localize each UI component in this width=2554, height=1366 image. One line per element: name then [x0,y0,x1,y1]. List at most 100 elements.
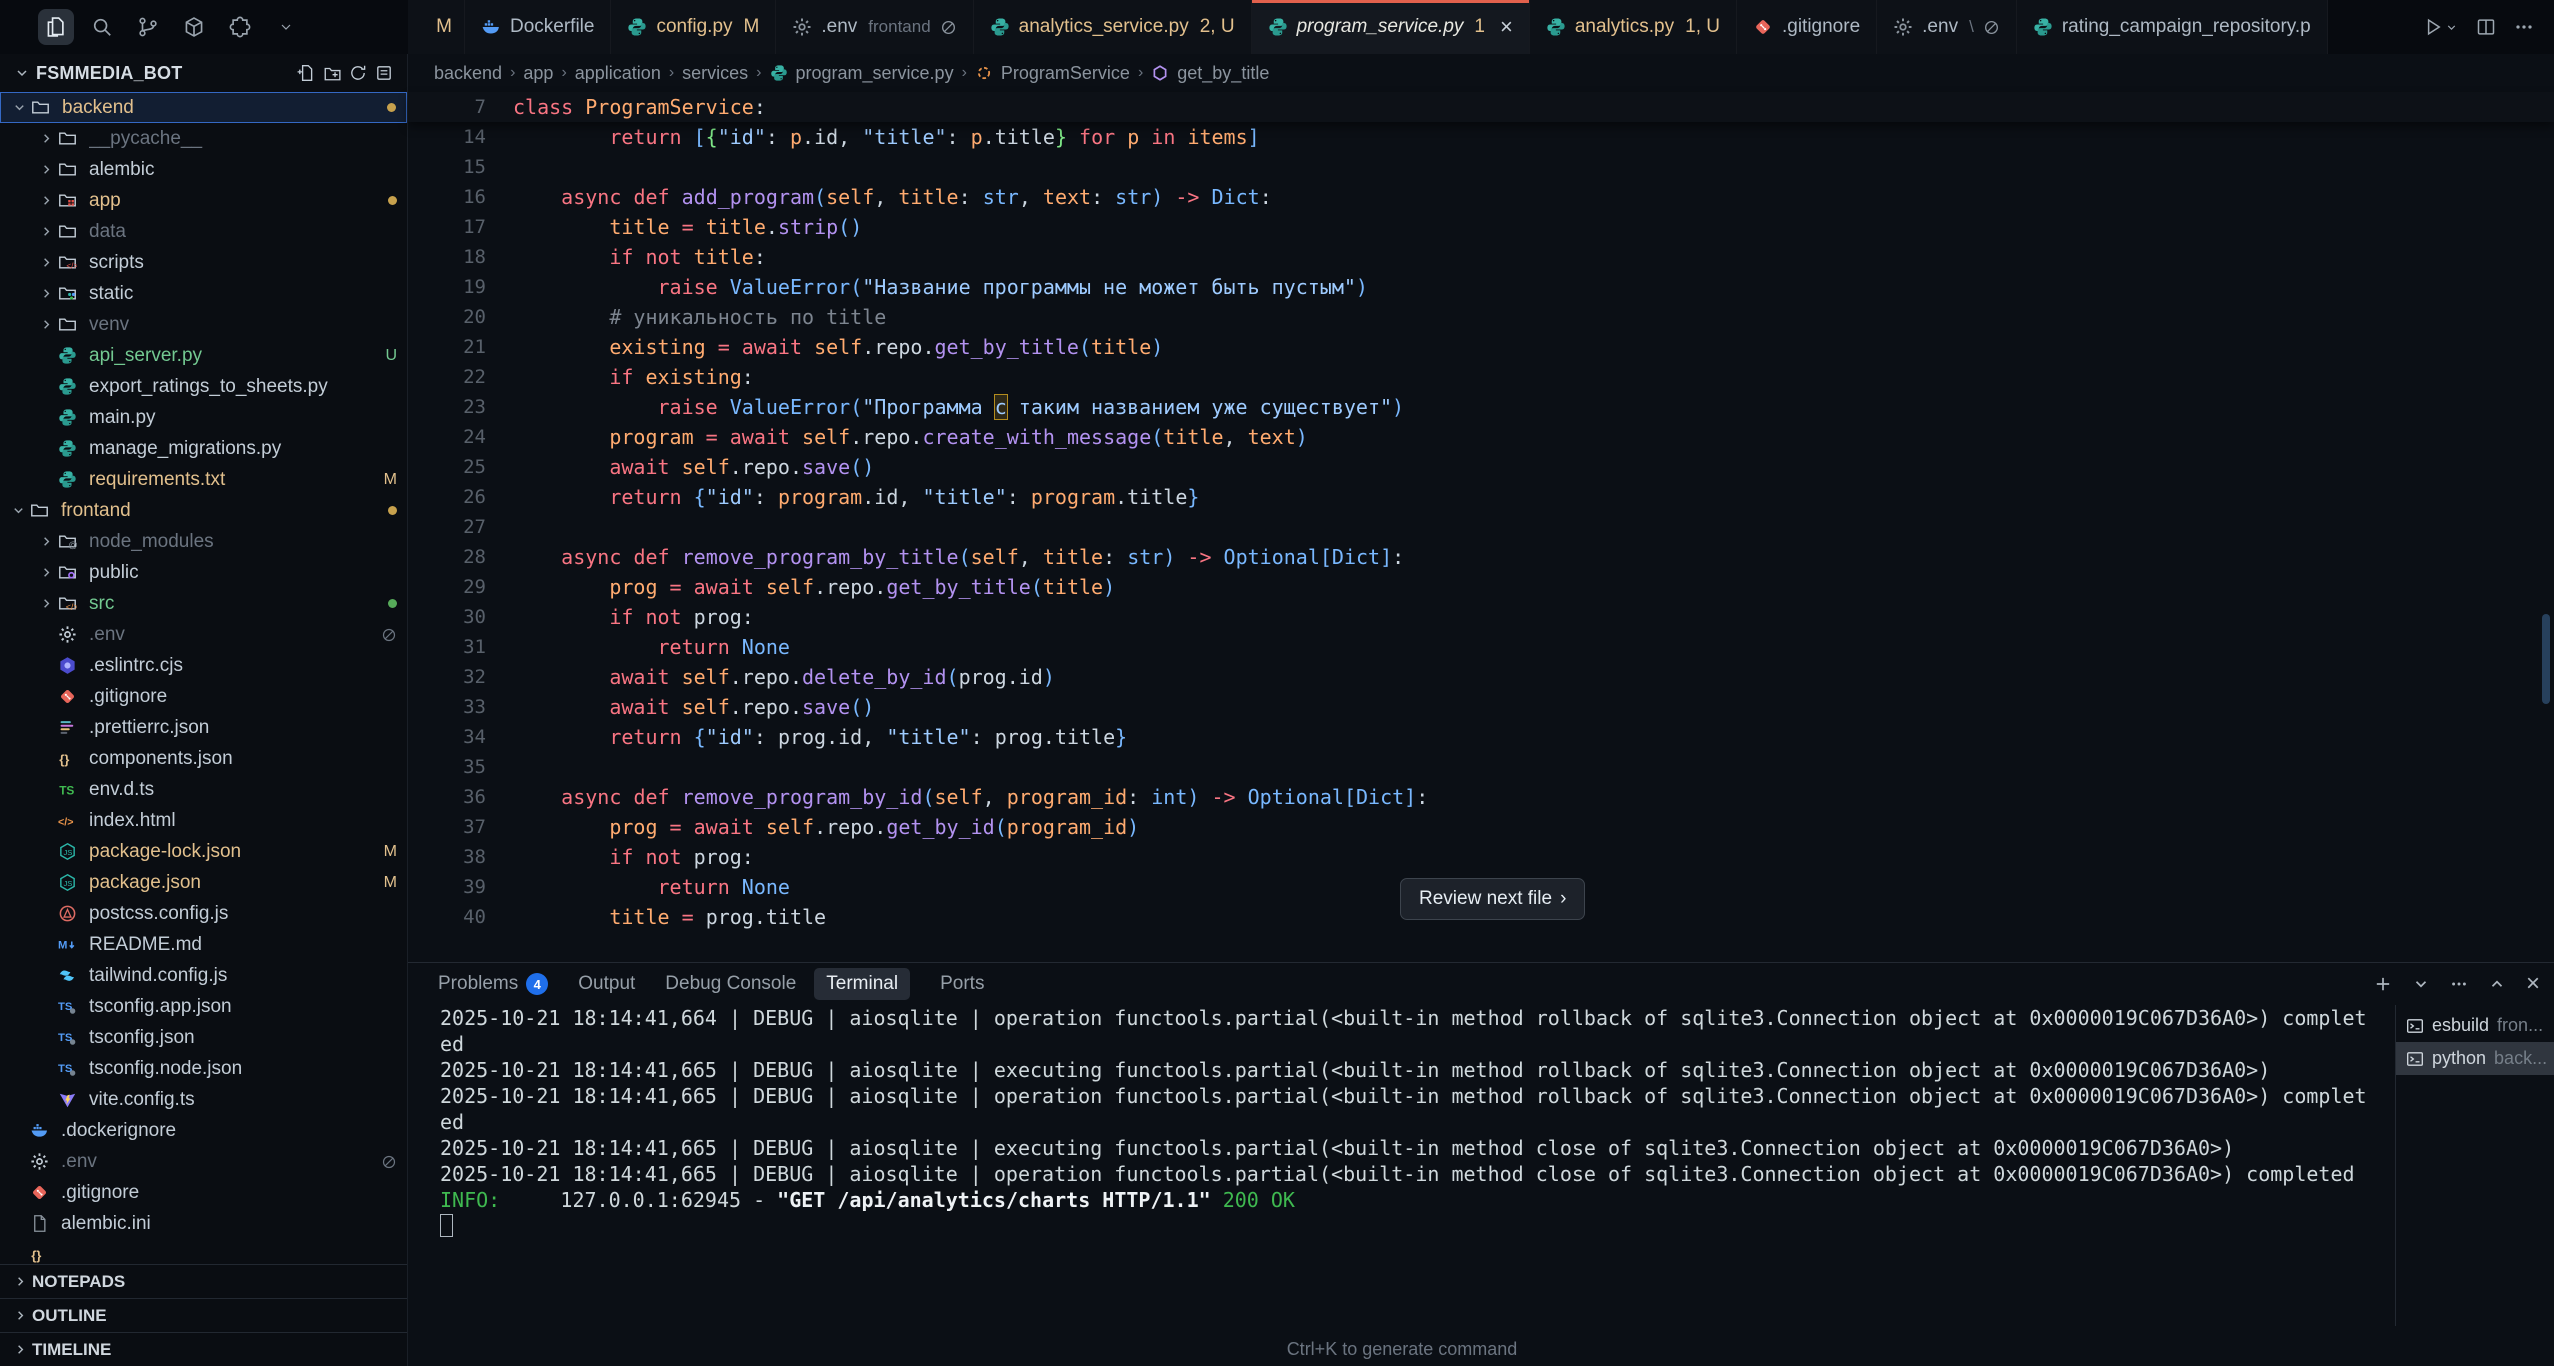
tree-item-__pycache__[interactable]: __pycache__ [0,123,407,154]
tree-item-components.json[interactable]: {}components.json [0,743,407,774]
sidebar-section-timeline[interactable]: TIMELINE [0,1332,407,1366]
new-file-button[interactable] [293,60,319,86]
breadcrumb[interactable]: backend›app›application›services›program… [408,54,2554,92]
tree-item-node_modules[interactable]: @node_modules [0,526,407,557]
tree-item-main.py[interactable]: main.py [0,402,407,433]
tab-analytics.py[interactable]: analytics.py 1, U [1530,0,1737,54]
maximize-panel-button[interactable] [2488,975,2506,993]
tree-item-public[interactable]: public [0,557,407,588]
tree-item-vite.config.ts[interactable]: vite.config.ts [0,1084,407,1115]
tree-item-data[interactable]: data [0,216,407,247]
tab-config.py[interactable]: config.py M [611,0,776,54]
terminal-instance-esbuild[interactable]: esbuildfron... [2396,1009,2554,1042]
new-terminal-button[interactable] [2374,975,2392,993]
tree-item-.gitignore[interactable]: .gitignore [0,1177,407,1208]
extensions-icon[interactable] [222,9,258,45]
more-button[interactable] [2450,975,2468,993]
terminal-dropdown-button[interactable] [2412,975,2430,993]
tree-item-env.d.ts[interactable]: TSenv.d.ts [0,774,407,805]
svg-text:</>: </> [58,816,73,828]
more-actions-button[interactable] [2514,17,2534,37]
line-number: 7 [408,92,486,122]
new-folder-button[interactable] [319,60,345,86]
tab-rating-campaign-repository.p[interactable]: rating_campaign_repository.p [2017,0,2328,54]
tree-item-index.html[interactable]: </>index.html [0,805,407,836]
tree-item-export_ratings_to_sheets.py[interactable]: export_ratings_to_sheets.py [0,371,407,402]
breadcrumb-item[interactable]: backend [434,63,502,84]
tree-item-tailwind.config.js[interactable]: tailwind.config.js [0,960,407,991]
tree-item-alembic.ini[interactable]: alembic.ini [0,1208,407,1239]
tree-item-scripts[interactable]: </>scripts [0,247,407,278]
breadcrumb-item[interactable]: get_by_title [1177,63,1269,84]
close-panel-button[interactable]: × [2526,972,2540,996]
terminal-output[interactable]: 2025-10-21 18:14:41,664 | DEBUG | aiosql… [408,1005,2395,1326]
tree-item-static[interactable]: static [0,278,407,309]
split-editor-button[interactable] [2476,17,2496,37]
tree-item-tsconfig.app.json[interactable]: TStsconfig.app.json [0,991,407,1022]
top-bar: MDockerfileconfig.py M.envfrontandanalyt… [0,0,2554,54]
tree-item-manage_migrations.py[interactable]: manage_migrations.py [0,433,407,464]
scrollbar-thumb[interactable] [2542,614,2550,704]
breadcrumb-item[interactable]: services [682,63,748,84]
tree-item-README.md[interactable]: MREADME.md [0,929,407,960]
section-label: TIMELINE [32,1340,111,1360]
tab-program-service.py[interactable]: program_service.py 1× [1252,0,1530,54]
tab-.env[interactable]: .envfrontand [776,0,973,54]
tree-item-src[interactable]: </>src [0,588,407,619]
tree-item-frontand[interactable]: frontand [0,495,407,526]
cube-icon[interactable] [176,9,212,45]
run-button[interactable] [2423,17,2458,37]
tree-item-tsconfig.node.json[interactable]: TStsconfig.node.json [0,1053,407,1084]
tree-item-.eslintrc.cjs[interactable]: .eslintrc.cjs [0,650,407,681]
tab-.env[interactable]: .env\ [1877,0,2017,54]
sidebar-section-outline[interactable]: OUTLINE [0,1298,407,1332]
panel-tab-output[interactable]: Output [578,973,635,995]
sidebar-section-notepads[interactable]: NOTEPADS [0,1264,407,1298]
breadcrumb-item[interactable]: app [523,63,553,84]
panel-tab-debug-console[interactable]: Debug Console [665,973,796,995]
tree-item-tsconfig.json[interactable]: TStsconfig.json [0,1022,407,1053]
tree-item-requirements.txt[interactable]: requirements.txtM [0,464,407,495]
terminal-instance-python[interactable]: pythonback... [2396,1042,2554,1075]
tree-item-.prettierrc.json[interactable]: .prettierrc.json [0,712,407,743]
code-line: 21 existing = await self.repo.get_by_tit… [408,332,2554,362]
tree-item-.gitignore[interactable]: .gitignore [0,681,407,712]
tree-item-api_server.py[interactable]: api_server.pyU [0,340,407,371]
search-icon[interactable] [84,9,120,45]
folder-code-icon: </> [58,253,82,273]
close-icon[interactable]: × [1500,16,1513,38]
tab-analytics-service.py[interactable]: analytics_service.py 2, U [974,0,1252,54]
tree-item-.dockerignore[interactable]: .dockerignore [0,1115,407,1146]
tree-item-package-lock.json[interactable]: JSpackage-lock.jsonM [0,836,407,867]
tree-item-.env[interactable]: .env [0,1146,407,1177]
refresh-explorer-button[interactable] [345,60,371,86]
tab-.gitignore[interactable]: .gitignore [1737,0,1877,54]
tree-item-alembic[interactable]: alembic [0,154,407,185]
tree-item-.env[interactable]: .env [0,619,407,650]
chevron-right-icon [34,224,58,239]
breadcrumb-item[interactable]: program_service.py [796,63,954,84]
tree-item-package.json[interactable]: JSpackage.jsonM [0,867,407,898]
code-area[interactable]: 7class ProgramService: 14 return [{"id":… [408,92,2554,932]
breadcrumb-item[interactable]: ProgramService [1001,63,1130,84]
sticky-scroll-line[interactable]: 7class ProgramService: [408,92,2554,122]
explorer-icon[interactable] [38,9,74,45]
tree-item-app[interactable]: app [0,185,407,216]
chevron-down-icon[interactable] [268,9,304,45]
collapse-folders-button[interactable] [371,60,397,86]
panel-tab-problems[interactable]: Problems4 [438,973,548,995]
editor-scrollbar[interactable] [2542,154,2550,952]
review-next-file-button[interactable]: Review next file › [1400,878,1585,920]
tree-item-venv[interactable]: venv [0,309,407,340]
tree-item-backend[interactable]: backend [0,92,407,123]
tree-item-postcss.config.js[interactable]: postcss.config.js [0,898,407,929]
tree-item-label: main.py [89,407,397,429]
source-control-icon[interactable] [130,9,166,45]
tab-Dockerfile[interactable]: Dockerfile [465,0,611,54]
explorer-root-header[interactable]: FSMMEDIA_BOT [0,54,407,92]
panel-tab-terminal[interactable]: Terminal [814,968,910,1000]
tree-item-unnamed[interactable]: {} [0,1239,407,1264]
breadcrumb-item[interactable]: application [575,63,661,84]
panel-tab-ports[interactable]: Ports [940,973,984,995]
tab-M[interactable]: M [408,0,465,54]
